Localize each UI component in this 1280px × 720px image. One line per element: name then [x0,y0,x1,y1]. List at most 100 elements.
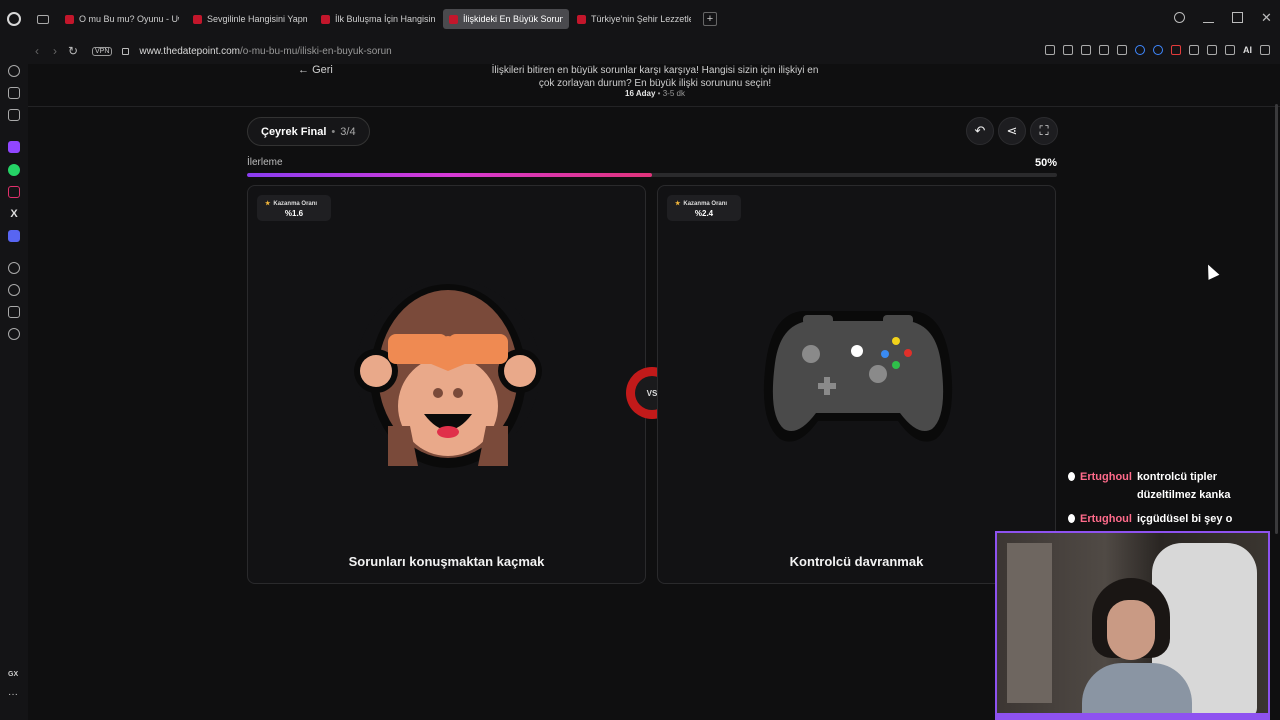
win-rate-value: %1.6 [284,209,304,218]
win-rate-badge: ★ Kazanma Oranı %1.6 [257,195,331,221]
puzzle-icon[interactable] [1189,45,1199,55]
card-title: Sorunları konuşmaktan kaçmak [348,554,545,569]
favicon-icon [193,14,202,24]
extension-red-icon[interactable] [1171,45,1181,55]
forward-nav-icon[interactable]: › [46,44,64,58]
gx-label[interactable]: GX [8,671,18,678]
arrow-left-icon: ← [298,64,309,76]
opera-logo-icon[interactable] [7,12,21,26]
webcam-overlay [995,531,1270,720]
download-icon[interactable] [1225,45,1235,55]
star-icon: ★ [675,201,681,207]
fullscreen-button[interactable]: ⛶ [1030,117,1058,145]
duration: 3-5 dk [662,89,685,98]
settings-icon[interactable] [8,328,20,340]
workspaces-icon[interactable] [37,14,49,24]
flow-icon[interactable] [8,109,20,121]
sidebar-more-icon[interactable]: ··· [8,689,18,700]
back-label: Geri [312,64,333,76]
search-tabs-icon[interactable] [1174,12,1185,23]
url-field[interactable]: www.thedatepoint.com/o-mu-bu-mu/iliski-e… [139,46,391,57]
page-description: İlişkileri bitiren en büyük sorunlar kar… [491,65,819,89]
webcam-door [1007,543,1052,703]
aria-icon[interactable] [8,65,20,77]
undo-icon: ↶ [974,123,986,138]
window-controls: ✕ [1174,11,1272,24]
profile-icon[interactable] [1207,45,1217,55]
twitch-icon[interactable] [8,141,20,153]
choice-card-left[interactable]: ★ Kazanma Oranı %1.6 Sorunları konuşmakta… [247,185,646,584]
tab-3-active[interactable]: İlişkideki En Büyük Sorun [443,9,569,29]
instagram-icon[interactable] [8,186,20,198]
menu-icon[interactable] [1260,45,1270,55]
discord-icon[interactable] [8,230,20,242]
heart-icon[interactable] [1117,45,1127,55]
win-rate-label: Kazanma Oranı [683,201,728,207]
favicon-icon [449,14,458,24]
tabs: O mu Bu mu? Oyunu - Uw Sevgilinle Hangis… [59,9,699,29]
snapshot-icon[interactable] [1063,45,1073,55]
page-header: ← Geri İlişkileri bitiren en büyük sorun… [28,64,1280,107]
x-twitter-icon[interactable]: X [8,208,20,220]
round-indicator: Çeyrek Final • 3/4 [247,117,370,146]
progress-bar [247,173,1057,177]
sidebar: X GX ··· [0,38,28,720]
back-link[interactable]: ← Geri [298,64,333,76]
tab-2[interactable]: İlk Buluşma İçin Hangisini [315,9,441,29]
win-rate-value: %2.4 [694,209,714,218]
extension-globe-icon[interactable] [1153,45,1163,55]
chat-message: Ertughoul içgüdüsel bi şey o [1068,510,1268,528]
chat-text: içgüdüsel bi şey o [1136,513,1233,525]
chat-username: Ertughoul [1080,471,1132,483]
round-name: Çeyrek Final [261,125,327,138]
pinboard-icon[interactable] [8,87,20,99]
lock-icon[interactable] [122,47,130,55]
minimize-icon[interactable] [1203,12,1214,23]
meta-separator: • [657,89,661,98]
chat-message: Ertughoul kontrolcü tipler düzeltilmez k… [1068,468,1268,504]
url-path: /o-mu-bu-mu/iliski-en-buyuk-sorun [240,45,392,57]
close-icon[interactable]: ✕ [1261,11,1272,24]
stream-chat: Ertughoul kontrolcü tipler düzeltilmez k… [1068,468,1268,534]
page-meta: 16 Aday • 3-5 dk [490,89,820,98]
ai-button[interactable]: AI [1243,45,1252,55]
extensions-icon[interactable] [8,306,20,318]
address-bar: ‹ › ↻ VPN www.thedatepoint.com/o-mu-bu-m… [28,38,1280,64]
game-controller-icon [763,311,953,442]
share-button[interactable]: ⋖ [998,117,1026,145]
reload-icon[interactable]: ↻ [64,44,82,58]
back-nav-icon[interactable]: ‹ [28,44,46,58]
round-separator: • [331,125,336,138]
favicon-icon [321,14,330,24]
whatsapp-icon[interactable] [8,164,20,176]
webcam-streamer [1082,578,1192,718]
new-tab-button[interactable]: + [703,12,717,26]
tab-4[interactable]: Türkiye'nin Şehir Lezzetle [571,9,697,29]
share-icon: ⋖ [1006,123,1018,138]
vpn-badge[interactable]: VPN [92,46,113,56]
history-icon[interactable] [8,284,20,296]
chat-username: Ertughoul [1080,513,1132,525]
chat-badge-icon [1068,514,1075,523]
pin-icon[interactable] [1045,45,1055,55]
scrollbar[interactable] [1275,104,1278,534]
extensions-toolbar: AI [1045,45,1270,55]
choice-card-right[interactable]: ★ Kazanma Oranı %2.4 Kontrolcü davranmak [657,185,1056,584]
undo-button[interactable]: ↶ [966,117,994,145]
win-rate-label: Kazanma Oranı [273,201,318,207]
favicon-icon [577,14,586,24]
chat-badge-icon [1068,472,1075,481]
shield-icon[interactable] [1081,45,1091,55]
maximize-icon[interactable] [1232,12,1243,23]
chat-text: kontrolcü tipler düzeltilmez kanka [1136,471,1231,501]
see-no-evil-monkey-icon [354,279,542,468]
tab-strip: O mu Bu mu? Oyunu - Uw Sevgilinle Hangis… [0,0,1280,38]
tab-0[interactable]: O mu Bu mu? Oyunu - Uw [59,9,185,29]
tab-1[interactable]: Sevgilinle Hangisini Yapm [187,9,313,29]
play-icon[interactable] [1099,45,1109,55]
win-rate-badge: ★ Kazanma Oranı %2.4 [667,195,741,221]
webcam-bottom-bar [997,713,1268,718]
extension-blue-icon[interactable] [1135,45,1145,55]
player-icon[interactable] [8,262,20,274]
star-icon: ★ [265,201,271,207]
